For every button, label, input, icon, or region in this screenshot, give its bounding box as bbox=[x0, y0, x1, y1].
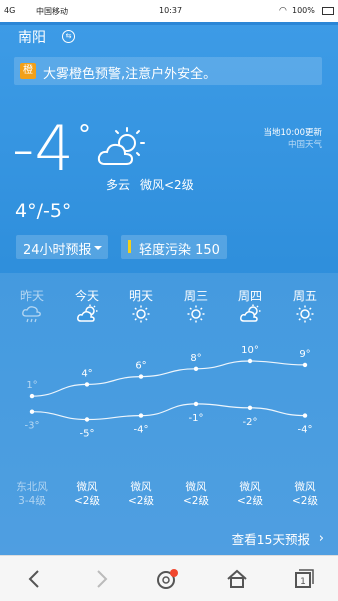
wind-level: <2级 bbox=[292, 495, 318, 507]
high-temp-line bbox=[31, 360, 306, 397]
low-temp-label: -4° bbox=[298, 425, 313, 436]
low-temp-label: -4° bbox=[134, 425, 149, 436]
alert-icon: 橙 bbox=[20, 63, 36, 79]
temperature-range: 4°/-5° bbox=[15, 200, 72, 222]
low-temp-label: -5° bbox=[80, 429, 95, 440]
city-name[interactable]: 南阳 bbox=[18, 27, 46, 47]
day-name: 周五 bbox=[292, 289, 317, 303]
browser-icon[interactable] bbox=[152, 564, 182, 594]
day-name: 今天 bbox=[74, 289, 99, 303]
high-temp-label: 8° bbox=[190, 353, 201, 364]
wifi-icon: ◠ bbox=[279, 6, 287, 16]
more-forecast-link[interactable]: 查看15天预报 bbox=[232, 529, 310, 548]
current-temperature: -4 bbox=[12, 112, 74, 185]
low-temp-label: -2° bbox=[243, 417, 258, 428]
wind-direction: 微风 bbox=[76, 481, 98, 493]
partly-cloudy-icon bbox=[240, 304, 261, 322]
back-icon[interactable] bbox=[20, 564, 50, 594]
chevron-right-icon[interactable]: › bbox=[319, 531, 324, 546]
wind-direction: 微风 bbox=[185, 481, 207, 493]
low-temp-point bbox=[138, 413, 144, 418]
high-temp-point bbox=[193, 366, 199, 371]
rain-icon bbox=[22, 306, 41, 323]
carrier-name: 中国移动 bbox=[36, 7, 68, 16]
sun-icon bbox=[296, 305, 314, 323]
day-name: 昨天 bbox=[19, 289, 44, 303]
high-temp-label: 1° bbox=[26, 380, 37, 391]
forward-icon[interactable] bbox=[86, 564, 116, 594]
high-temp-point bbox=[138, 374, 144, 379]
partly-cloudy-icon bbox=[97, 127, 145, 165]
hourly-forecast-button[interactable]: 24小时预报 bbox=[16, 235, 108, 259]
wind-direction: 东北风 bbox=[16, 481, 48, 493]
current-wind: 微风<2级 bbox=[140, 178, 194, 192]
wind-level: <2级 bbox=[74, 495, 100, 507]
high-temp-label: 10° bbox=[241, 345, 259, 356]
wind-level: <2级 bbox=[237, 495, 263, 507]
high-temp-point bbox=[29, 393, 35, 399]
low-temp-label: -1° bbox=[189, 413, 204, 424]
location-icon[interactable]: ⇆ bbox=[62, 30, 75, 43]
degree-symbol: ° bbox=[78, 120, 91, 150]
data-source: 中国天气 bbox=[287, 140, 322, 150]
high-temp-label: 4° bbox=[81, 368, 92, 379]
svg-text:1: 1 bbox=[300, 577, 306, 587]
sun-icon bbox=[187, 305, 205, 323]
signal-indicator: 4G bbox=[4, 6, 16, 15]
day-wind: 微风 <2级 bbox=[171, 480, 221, 508]
high-temp-point bbox=[247, 358, 253, 364]
low-temp-point bbox=[302, 413, 308, 418]
low-temp-point bbox=[247, 405, 253, 410]
day-wind: 微风 <2级 bbox=[280, 480, 330, 508]
wind-level: <2级 bbox=[183, 495, 209, 507]
high-temp-label: 9° bbox=[299, 349, 310, 360]
browser-navbar: 1 bbox=[0, 555, 338, 601]
high-temp-point bbox=[84, 382, 90, 387]
tabs-icon[interactable]: 1 bbox=[288, 564, 318, 594]
alert-text: 大雾橙色预警,注意户外安全。 bbox=[43, 67, 217, 82]
air-quality-label: 轻度污染 150 bbox=[139, 243, 220, 258]
battery-level: 100% bbox=[292, 6, 315, 15]
wind-direction: 微风 bbox=[130, 481, 152, 493]
wind-direction: 微风 bbox=[294, 481, 316, 493]
weather-alert[interactable]: 橙 大雾橙色预警,注意户外安全。 bbox=[14, 57, 322, 85]
low-temp-point bbox=[84, 417, 90, 422]
clock: 10:37 bbox=[159, 6, 183, 15]
day-name: 明天 bbox=[128, 289, 153, 303]
aqi-color-bar bbox=[128, 240, 131, 253]
low-temp-label: -3° bbox=[25, 421, 40, 432]
day-wind: 微风 <2级 bbox=[225, 480, 275, 508]
day-wind: 微风 <2级 bbox=[116, 480, 166, 508]
chevron-down-icon bbox=[94, 246, 102, 250]
temperature-chart: 1° 4° 6° 8° 10° 9° -3° -5° -4° -1° -2° -4° bbox=[25, 345, 313, 440]
day-wind: 微风 <2级 bbox=[62, 480, 112, 508]
low-temp-line bbox=[31, 403, 306, 421]
day-name: 周四 bbox=[237, 289, 262, 303]
high-temp-point bbox=[302, 362, 308, 368]
wind-level: <2级 bbox=[128, 495, 154, 507]
status-bar: 4G 中国移动 10:37 ◠ 100% bbox=[0, 0, 338, 22]
day-wind: 东北风 3-4级 bbox=[7, 480, 57, 508]
high-temp-label: 6° bbox=[135, 361, 146, 372]
wind-level: 3-4级 bbox=[18, 495, 46, 507]
partly-cloudy-icon bbox=[77, 304, 98, 322]
sun-icon bbox=[132, 305, 150, 323]
hourly-forecast-label: 24小时预报 bbox=[23, 243, 92, 258]
air-quality-button[interactable]: 轻度污染 150 bbox=[121, 235, 227, 259]
day-name: 周三 bbox=[183, 289, 208, 303]
home-icon[interactable] bbox=[222, 564, 252, 594]
battery-icon bbox=[322, 7, 334, 15]
wind-direction: 微风 bbox=[239, 481, 261, 493]
current-condition: 多云 bbox=[106, 178, 131, 192]
low-temp-point bbox=[193, 401, 199, 407]
update-time: 当地10:00更新 bbox=[263, 128, 323, 138]
low-temp-point bbox=[29, 409, 35, 414]
